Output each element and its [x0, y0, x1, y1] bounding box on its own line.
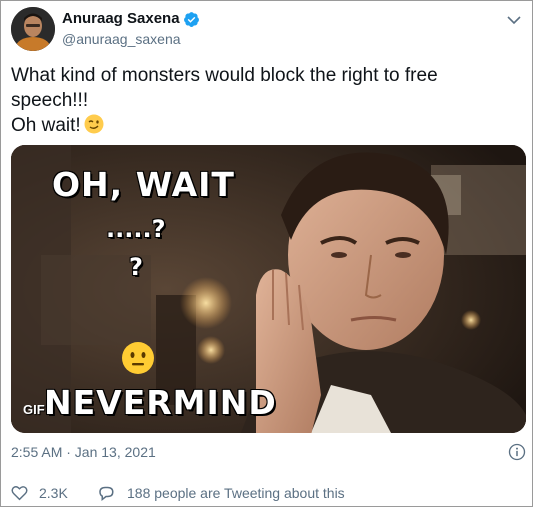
- info-icon[interactable]: [508, 443, 526, 461]
- author-display-name[interactable]: Anuraag Saxena: [62, 10, 180, 28]
- gif-caption-line: NEVERMIND: [44, 383, 277, 422]
- neutral-face-icon: [122, 342, 154, 374]
- tweet-text: What kind of monsters would block the ri…: [11, 63, 521, 138]
- speech-bubble-icon[interactable]: [97, 485, 115, 502]
- gif-caption-line: ?: [129, 253, 143, 281]
- gif-caption-line: .....?: [106, 215, 166, 243]
- tweet-text-line: What kind of monsters would block the ri…: [11, 65, 438, 86]
- conversation-link[interactable]: 188 people are Tweeting about this: [127, 485, 345, 502]
- gif-caption-line: OH, WAIT: [52, 165, 235, 204]
- author-handle[interactable]: @anuraag_saxena: [62, 31, 181, 48]
- tweet-text-line: speech!!!: [11, 90, 89, 111]
- tweet-text-line: Oh wait!: [11, 115, 81, 136]
- like-count[interactable]: 2.3K: [39, 485, 68, 502]
- avatar-photo: [11, 7, 55, 51]
- gif-badge: GIF: [23, 402, 45, 417]
- author-avatar[interactable]: [11, 7, 55, 51]
- winking-face-icon: [84, 114, 104, 134]
- verified-badge-icon: [184, 12, 199, 27]
- tweet-timestamp[interactable]: 2:55 AM · Jan 13, 2021: [11, 444, 156, 461]
- heart-icon[interactable]: [11, 485, 28, 501]
- chevron-down-icon[interactable]: [507, 15, 521, 25]
- tweet-media-gif[interactable]: OH, WAIT .....? ? NEVERMIND GIF: [11, 145, 526, 433]
- tweet-text-line-with-emoji: Oh wait!: [11, 113, 521, 138]
- tweet-card: Anuraag Saxena @anuraag_saxena What kind…: [0, 0, 533, 507]
